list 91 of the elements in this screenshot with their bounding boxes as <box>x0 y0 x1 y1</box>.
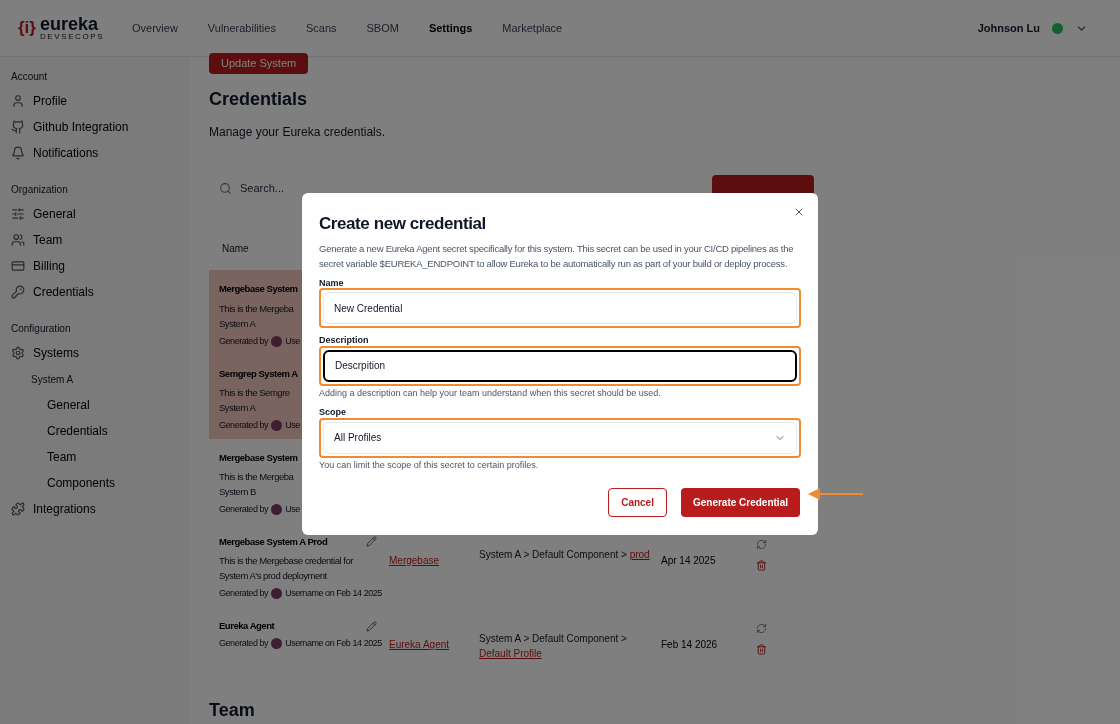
nav-tab[interactable]: Overview <box>132 19 178 37</box>
delete-icon[interactable] <box>756 643 767 655</box>
sidebar-item-icon <box>11 233 25 247</box>
field-label: Scope <box>319 406 347 419</box>
avatar <box>271 420 283 432</box>
generated-label: Generated by <box>219 502 269 516</box>
edit-icon[interactable] <box>366 536 377 548</box>
sidebar-item-icon <box>11 146 25 160</box>
user-name[interactable]: Johnson Lu <box>977 19 1040 37</box>
sidebar-item[interactable]: Github Integration <box>33 118 129 136</box>
sidebar-section-title: Configuration <box>11 322 72 336</box>
generated-label: Generated by <box>219 637 269 651</box>
generated-by-text: Use <box>285 502 300 516</box>
text-field[interactable]: New Credential <box>323 292 797 324</box>
close-icon[interactable] <box>793 206 805 218</box>
sidebar-item[interactable]: Notifications <box>33 144 99 162</box>
sidebar-section-title: Account <box>11 70 49 84</box>
edit-icon[interactable] <box>366 620 377 632</box>
credential-description: This is the Mergeba System A <box>219 301 294 331</box>
sidebar-item-icon <box>11 285 25 299</box>
text-field[interactable]: Descrpition <box>323 349 797 382</box>
scope-link[interactable]: Default Profile <box>479 647 542 659</box>
credential-name: Mergebase System <box>219 282 298 297</box>
sidebar-item[interactable]: Systems <box>33 344 79 362</box>
generated-label: Generated by <box>219 334 269 348</box>
sidebar-item-icon <box>11 346 25 360</box>
sidebar-section-title: Organization <box>11 183 69 197</box>
generated-by-text: Username on Feb 14 2025 <box>285 587 382 601</box>
scope-link[interactable]: prod <box>629 548 650 560</box>
credential-description: This is the Mergebase credential for System A's prod deployment <box>219 554 353 584</box>
generated-label: Generated by <box>219 418 269 432</box>
avatar <box>271 638 283 650</box>
section-title: Credentials <box>209 88 309 112</box>
column-header: Name <box>221 242 249 257</box>
sidebar-item[interactable]: General <box>33 205 76 223</box>
generated-by-text: Username on Feb 14 2025 <box>285 637 382 651</box>
generated-label: Generated by <box>219 587 269 601</box>
sidebar-item[interactable]: Team <box>33 231 63 249</box>
nav-tab[interactable]: SBOM <box>366 19 399 37</box>
credential-name: Eureka Agent <box>219 618 275 633</box>
sidebar-item[interactable]: Credentials <box>33 283 94 301</box>
nav-tab[interactable]: Settings <box>428 19 473 37</box>
date-cell: Feb 14 2026 <box>661 638 718 650</box>
search-icon <box>219 181 232 195</box>
credential-description: This is the Semgre System A <box>219 385 290 415</box>
scope-select[interactable]: All Profiles <box>323 421 797 454</box>
avatar <box>271 588 283 600</box>
generated-by-text: Use <box>285 418 300 432</box>
dialog-intro: Generate a new Eureka Agent secret specifically for this system. This secret can be used in your CI/CD pipelines as the secret variable $EUREKA_ENDPOINT to allow Eureka to be automatically run as part of your build or deploy process. <box>319 241 795 271</box>
refresh-icon[interactable] <box>756 622 767 634</box>
field-help: You can limit the scope of this secret to certain profiles. <box>319 458 540 472</box>
sidebar-item[interactable]: Components <box>47 474 116 492</box>
date-cell: Apr 14 2025 <box>661 554 716 566</box>
scope-text: System A > Default Component > prod <box>479 547 651 562</box>
delete-icon[interactable] <box>756 559 767 571</box>
scope-text: System A > Default Component > Default Profile <box>479 631 628 661</box>
field-label: Description <box>319 334 370 347</box>
sidebar-item-icon <box>11 502 25 516</box>
sidebar-item[interactable]: Profile <box>33 92 67 110</box>
credential-name: Mergebase System A Prod <box>219 534 328 549</box>
field-label: Name <box>319 276 345 290</box>
sidebar-item-icon <box>11 207 25 221</box>
credential-description: This is the Mergeba System B <box>219 469 294 499</box>
type-link[interactable]: Eureka Agent <box>389 638 450 650</box>
avatar <box>271 336 283 347</box>
nav-tab[interactable]: Marketplace <box>502 19 563 37</box>
sidebar-item[interactable]: Credentials <box>47 422 108 440</box>
credential-name: Semgrep System A <box>219 366 298 381</box>
section-title: Team <box>209 699 256 723</box>
sidebar-item-icon <box>11 120 25 134</box>
section-subtitle: Manage your Eureka credentials. <box>209 124 387 142</box>
credential-name: Mergebase System <box>219 450 298 465</box>
sidebar-item[interactable]: Team <box>47 448 77 466</box>
sidebar-item-icon <box>11 94 25 108</box>
cancel-button[interactable]: Cancel <box>608 488 667 517</box>
search-field[interactable]: Search... <box>240 180 340 197</box>
nav-tab[interactable]: Scans <box>305 19 337 37</box>
refresh-icon[interactable] <box>756 538 767 550</box>
field-help: Adding a description can help your team understand when this secret should be used. <box>319 386 662 400</box>
type-link[interactable]: Mergebase <box>389 554 440 566</box>
dialog-title: Create new credential <box>319 213 487 235</box>
avatar <box>271 504 283 516</box>
sidebar-item[interactable]: General <box>47 396 90 414</box>
sidebar-subheading[interactable]: System A <box>31 371 74 387</box>
update-system-button[interactable]: Update System <box>209 53 309 75</box>
nav-tab[interactable]: Vulnerabilities <box>207 19 276 37</box>
sidebar-item[interactable]: Billing <box>33 257 65 275</box>
generate-credential-button[interactable]: Generate Credential <box>680 488 800 517</box>
generated-by-text: Use <box>285 334 300 348</box>
sidebar-item-icon <box>11 259 25 273</box>
sidebar-item[interactable]: Integrations <box>33 500 96 518</box>
